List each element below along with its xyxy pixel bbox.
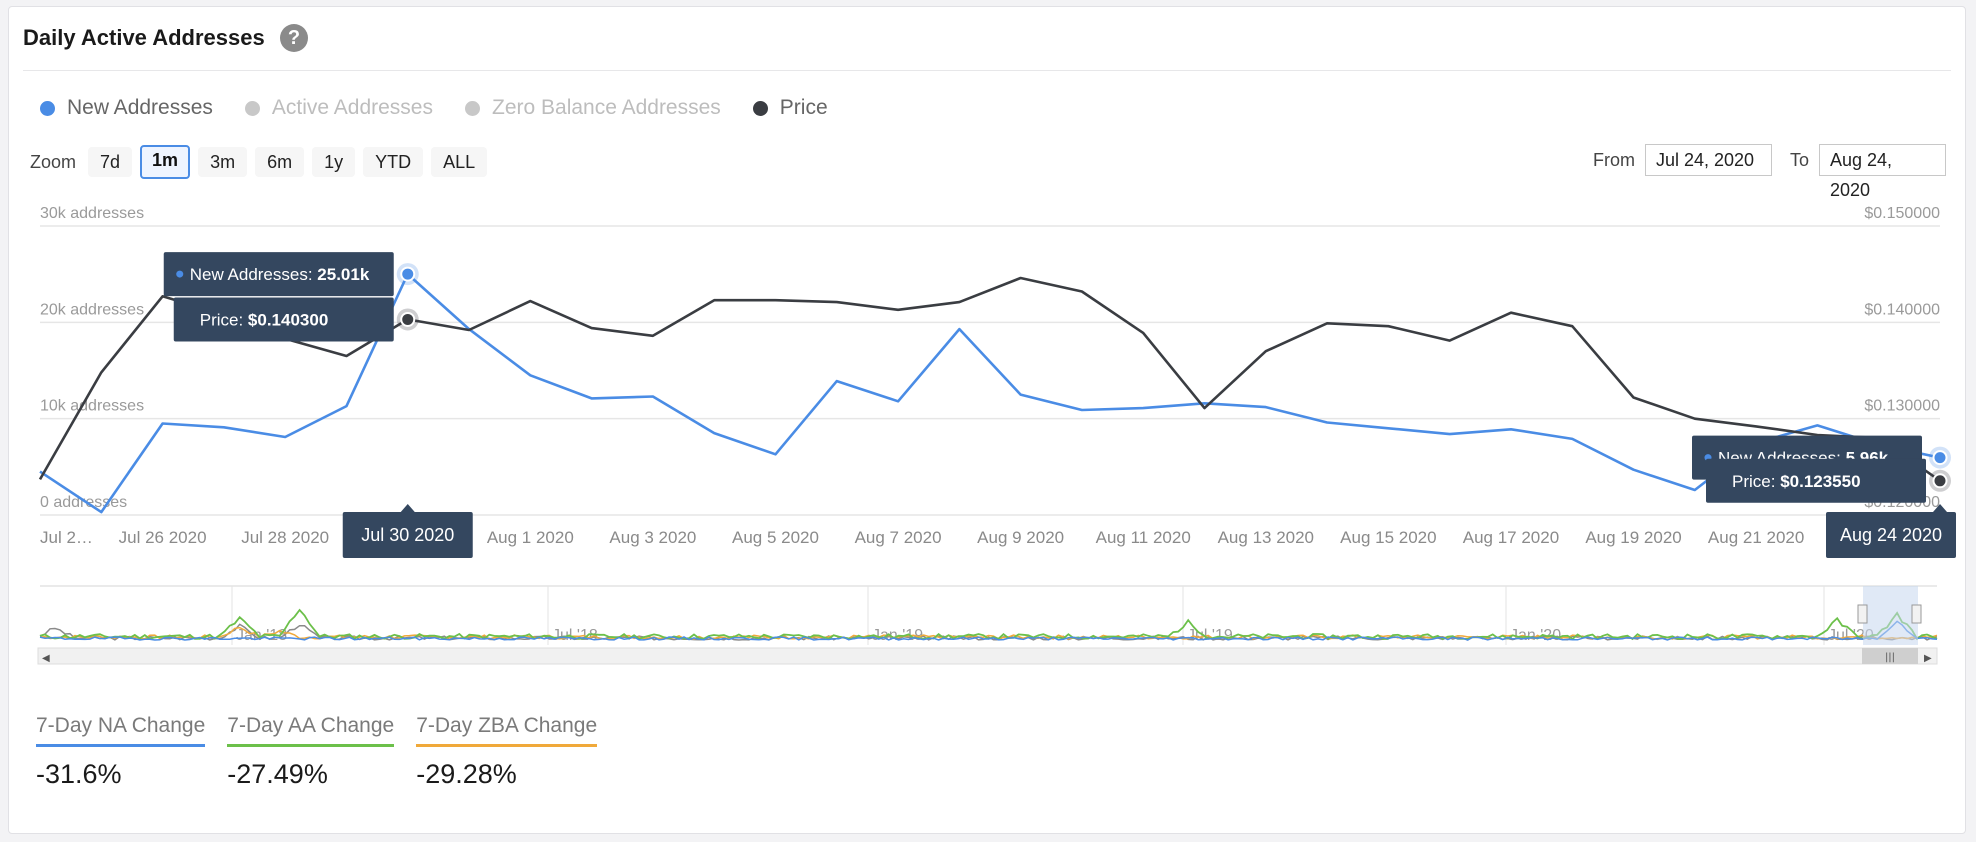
stat-zba-change: 7-Day ZBA Change -29.28%	[416, 714, 598, 790]
x-tick-label: Aug 1 2020	[487, 528, 574, 547]
x-tick-label: Aug 9 2020	[977, 528, 1064, 547]
navigator-aa-line	[39, 608, 1938, 641]
x-tick-label: Aug 3 2020	[609, 528, 696, 547]
x-tick-label: Aug 17 2020	[1463, 528, 1559, 547]
stat-value: -27.49%	[227, 759, 328, 789]
x-tick-label: Aug 11 2020	[1096, 528, 1191, 547]
x-tick-label: Aug 19 2020	[1585, 528, 1681, 547]
tooltip-na-text: New Addresses: 25.01k	[190, 265, 370, 284]
tooltip-price-value: $0.140300	[248, 310, 328, 329]
tooltip-price-text: Price: $0.140300	[200, 310, 329, 329]
tooltip-price-value: $0.123550	[1780, 472, 1860, 491]
tooltip-date-label: Jul 30 2020	[361, 525, 454, 545]
stat-label: 7-Day NA Change	[36, 714, 206, 747]
stat-na-change: 7-Day NA Change -31.6%	[36, 714, 206, 790]
tooltip-dot-icon	[176, 270, 184, 278]
tooltip-na-value: 25.01k	[317, 265, 370, 284]
x-tick-label: Jul 28 2020	[241, 528, 329, 547]
tooltip-na-label: New Addresses:	[190, 265, 318, 284]
stat-label: 7-Day AA Change	[227, 714, 395, 747]
stat-aa-change: 7-Day AA Change -27.49%	[227, 714, 395, 790]
y-right-tick-label: $0.130000	[1864, 398, 1940, 415]
data-point	[1932, 473, 1948, 489]
stat-label: 7-Day ZBA Change	[416, 714, 598, 747]
y-left-tick-label: 20k addresses	[40, 301, 144, 318]
x-tick-label: Jul 2…	[40, 528, 93, 547]
change-stats: 7-Day NA Change -31.6% 7-Day AA Change -27…	[36, 714, 619, 790]
scrollbar-grip-icon: |||	[1885, 652, 1895, 663]
data-point	[400, 266, 416, 282]
stat-value: -29.28%	[416, 759, 517, 789]
navigator-selection	[1863, 586, 1918, 645]
tooltip-price-label: Price:	[1732, 472, 1780, 491]
scrollbar-track	[37, 647, 1938, 665]
tooltip-pointer	[400, 504, 415, 512]
data-point	[400, 311, 416, 327]
navigator-handle-icon	[1857, 604, 1868, 624]
navigator-handle-icon	[1911, 604, 1922, 624]
x-tick-label: Aug 5 2020	[732, 528, 819, 547]
y-right-tick-label: $0.150000	[1864, 205, 1940, 222]
scroll-right-icon: ▶	[1924, 653, 1932, 664]
x-tick-label: Aug 13 2020	[1218, 528, 1314, 547]
tooltip-date-label: Aug 24 2020	[1840, 525, 1942, 545]
y-left-tick-label: 30k addresses	[40, 205, 144, 222]
x-tick-label: Jul 26 2020	[119, 528, 207, 547]
tooltip-price-label: Price:	[200, 310, 248, 329]
tooltip-price-text: Price: $0.123550	[1732, 472, 1861, 491]
x-tick-label: Aug 15 2020	[1340, 528, 1436, 547]
y-right-tick-label: $0.140000	[1864, 301, 1940, 318]
data-point	[1932, 450, 1948, 466]
x-tick-label: Aug 7 2020	[855, 528, 942, 547]
x-tick-label: Aug 21 2020	[1708, 528, 1804, 547]
scroll-left-icon: ◀	[42, 653, 50, 664]
y-left-tick-label: 0 addresses	[40, 494, 127, 511]
y-left-tick-label: 10k addresses	[40, 398, 144, 415]
stat-value: -31.6%	[36, 759, 122, 789]
